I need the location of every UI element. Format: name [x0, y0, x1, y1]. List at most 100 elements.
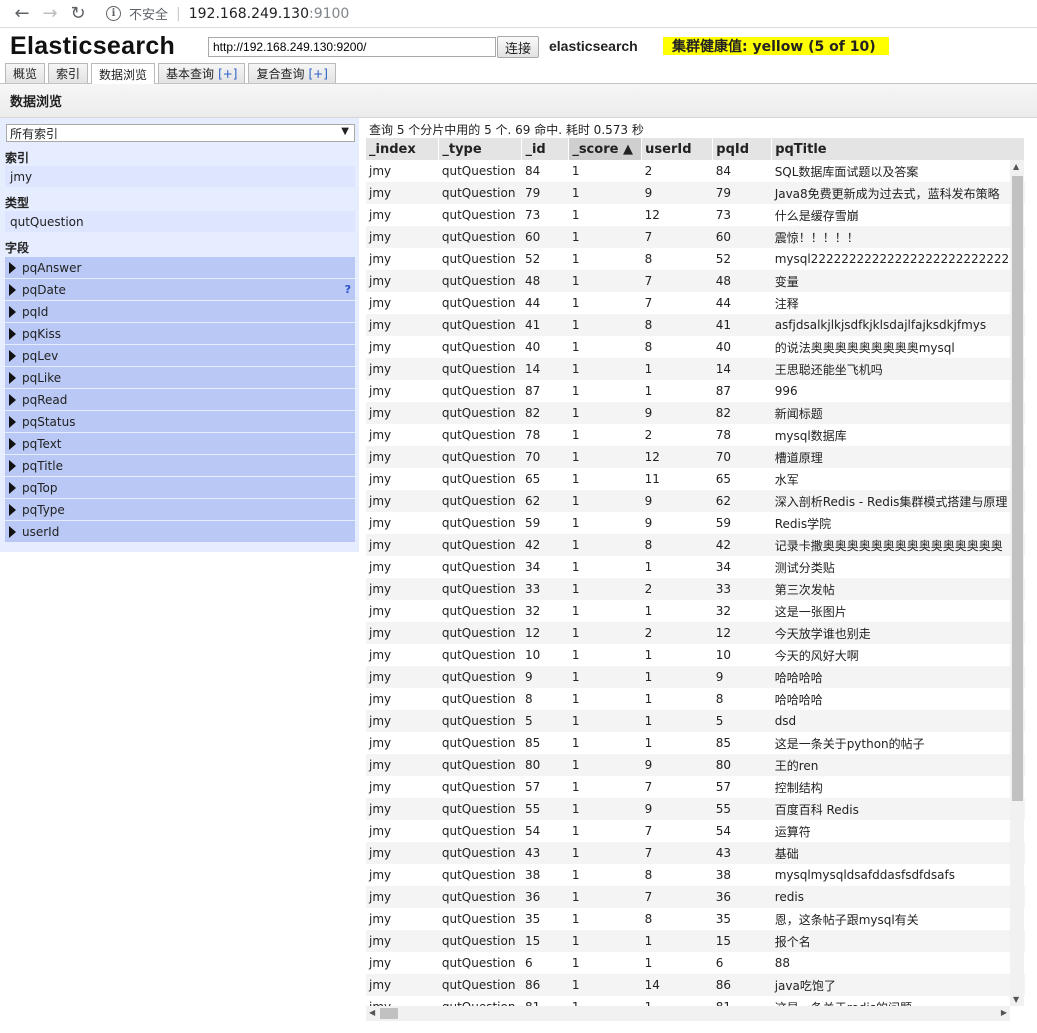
field-item-pqstatus[interactable]: pqStatus: [5, 411, 355, 432]
table-row[interactable]: jmy qutQuestion 10 1 1 10 今天的风好大啊: [366, 644, 1025, 666]
forward-arrow-icon[interactable]: →: [36, 2, 64, 26]
info-icon[interactable]: i: [106, 6, 121, 21]
table-row[interactable]: jmy qutQuestion 65 1 11 65 水军: [366, 468, 1025, 490]
table-row[interactable]: jmy qutQuestion 54 1 7 54 运算符: [366, 820, 1025, 842]
column-header[interactable]: pqId: [712, 138, 773, 160]
field-item-pqlev[interactable]: pqLev: [5, 345, 355, 366]
index-item[interactable]: jmy: [5, 166, 355, 187]
scrollbar-thumb[interactable]: [1012, 176, 1023, 801]
table-row[interactable]: jmy qutQuestion 85 1 1 85 这是一条关于python的帖子: [366, 732, 1025, 754]
vertical-scrollbar[interactable]: ▲ ▼: [1010, 160, 1024, 1006]
table-cell: 7: [641, 820, 713, 842]
table-row[interactable]: jmy qutQuestion 40 1 8 40 的说法奥奥奥奥奥奥奥奥奥mysql: [366, 336, 1025, 358]
table-cell: 1: [641, 732, 713, 754]
connect-url-input[interactable]: [208, 37, 496, 57]
scroll-up-icon[interactable]: ▲: [1013, 162, 1019, 171]
field-item-pqtop[interactable]: pqTop: [5, 477, 355, 498]
table-row[interactable]: jmy qutQuestion 82 1 9 82 新闻标题: [366, 402, 1025, 424]
table-cell: 1: [641, 952, 713, 974]
table-row[interactable]: jmy qutQuestion 79 1 9 79 Java8免费更新成为过去式，蓝科发布策…: [366, 182, 1025, 204]
table-row[interactable]: jmy qutQuestion 6 1 1 6 88: [366, 952, 1025, 974]
table-row[interactable]: jmy qutQuestion 87 1 1 87 996: [366, 380, 1025, 402]
help-icon[interactable]: ?: [345, 283, 351, 296]
table-row[interactable]: jmy qutQuestion 42 1 8 42 记录卡撒奥奥奥奥奥奥奥奥奥奥奥奥奥奥奥: [366, 534, 1025, 556]
table-row[interactable]: jmy qutQuestion 41 1 8 41 asfjdsalkjlkjsdfkjkl…: [366, 314, 1025, 336]
table-cell: 2: [641, 578, 713, 600]
tab-overview[interactable]: 概览: [5, 63, 46, 83]
scroll-down-icon[interactable]: ▼: [1013, 995, 1019, 1004]
add-tab-link[interactable]: [+]: [218, 67, 237, 81]
table-row[interactable]: jmy qutQuestion 60 1 7 60 震惊！！！！！: [366, 226, 1025, 248]
field-item-pqid[interactable]: pqId: [5, 301, 355, 322]
address-bar[interactable]: i 不安全 | 192.168.249.130 :9100: [106, 4, 349, 23]
field-item-pqanswer[interactable]: pqAnswer: [5, 257, 355, 278]
tab-indices[interactable]: 索引: [48, 63, 89, 83]
table-row[interactable]: jmy qutQuestion 33 1 2 33 第三次发帖: [366, 578, 1025, 600]
tab-compound-query[interactable]: 复合查询 [+]: [248, 63, 336, 83]
table-row[interactable]: jmy qutQuestion 57 1 7 57 控制结构: [366, 776, 1025, 798]
field-item-pqkiss[interactable]: pqKiss: [5, 323, 355, 344]
table-row[interactable]: jmy qutQuestion 34 1 1 34 测试分类贴: [366, 556, 1025, 578]
table-row[interactable]: jmy qutQuestion 73 1 12 73 什么是缓存雪崩: [366, 204, 1025, 226]
field-item-pqread[interactable]: pqRead: [5, 389, 355, 410]
field-item-pqdate[interactable]: pqDate?: [5, 279, 355, 300]
table-cell: 86: [521, 974, 569, 996]
connect-button[interactable]: 连接: [497, 36, 539, 58]
add-tab-link[interactable]: [+]: [309, 67, 328, 81]
scroll-left-icon[interactable]: ◀: [369, 1008, 375, 1017]
table-row[interactable]: jmyqutQuestion811181这是一条关于redis的问题: [366, 996, 1025, 1006]
table-row[interactable]: jmy qutQuestion 70 1 12 70 槽道原理: [366, 446, 1025, 468]
table-cell: jmy: [366, 644, 439, 666]
table-cell: qutQuestion: [438, 798, 522, 820]
table-row[interactable]: jmy qutQuestion 36 1 7 36 redis: [366, 886, 1025, 908]
table-row[interactable]: jmy qutQuestion 55 1 9 55 百度百科 Redis: [366, 798, 1025, 820]
table-row[interactable]: jmy qutQuestion 59 1 9 59 Redis学院: [366, 512, 1025, 534]
table-cell: jmy: [366, 512, 439, 534]
table-row[interactable]: jmy qutQuestion 48 1 7 48 变量: [366, 270, 1025, 292]
table-row[interactable]: jmy qutQuestion 12 1 2 12 今天放学谁也别走: [366, 622, 1025, 644]
table-cell: 40: [712, 336, 772, 358]
back-arrow-icon[interactable]: ←: [8, 2, 36, 26]
field-item-pqlike[interactable]: pqLike: [5, 367, 355, 388]
column-header[interactable]: userId: [641, 138, 714, 160]
table-cell: jmy: [366, 578, 439, 600]
index-select[interactable]: 所有索引 ▼: [6, 124, 355, 142]
table-cell: jmy: [366, 864, 439, 886]
table-row[interactable]: jmy qutQuestion 44 1 7 44 注释: [366, 292, 1025, 314]
table-row[interactable]: jmy qutQuestion 8 1 1 8 哈哈哈哈: [366, 688, 1025, 710]
table-cell: 1: [568, 160, 642, 182]
table-row[interactable]: jmy qutQuestion 62 1 9 62 深入剖析Redis - Redis集群模…: [366, 490, 1025, 512]
type-item[interactable]: qutQuestion: [5, 211, 355, 232]
column-header[interactable]: _score ▲: [568, 138, 643, 160]
table-row[interactable]: jmy qutQuestion 35 1 8 35 恩，这条帖子跟mysql有关: [366, 908, 1025, 930]
table-row[interactable]: jmy qutQuestion 84 1 2 84 SQL数据库面试题以及答案: [366, 160, 1025, 182]
scroll-right-icon[interactable]: ▶: [1001, 1008, 1007, 1017]
table-row[interactable]: jmy qutQuestion 86 1 14 86 java吃饱了: [366, 974, 1025, 996]
table-row[interactable]: jmy qutQuestion 32 1 1 32 这是一张图片: [366, 600, 1025, 622]
scrollbar-thumb[interactable]: [380, 1008, 398, 1019]
table-cell: 33: [712, 578, 772, 600]
table-row[interactable]: jmy qutQuestion 9 1 1 9 哈哈哈哈: [366, 666, 1025, 688]
table-row[interactable]: jmy qutQuestion 52 1 8 52 mysql222222222222222…: [366, 248, 1025, 270]
column-header[interactable]: pqTitle: [771, 138, 1025, 160]
tab-basic-query[interactable]: 基本查询 [+]: [158, 63, 246, 83]
table-row[interactable]: jmy qutQuestion 15 1 1 15 报个名: [366, 930, 1025, 952]
table-row[interactable]: jmy qutQuestion 80 1 9 80 王的ren: [366, 754, 1025, 776]
column-header[interactable]: _id: [521, 138, 570, 160]
horizontal-scrollbar[interactable]: ◀ ▶: [366, 1006, 1010, 1021]
table-row[interactable]: jmy qutQuestion 78 1 2 78 mysql数据库: [366, 424, 1025, 446]
table-row[interactable]: jmy qutQuestion 43 1 7 43 基础: [366, 842, 1025, 864]
field-item-pqtitle[interactable]: pqTitle: [5, 455, 355, 476]
table-row[interactable]: jmy qutQuestion 38 1 8 38 mysqlmysqldsafddasfs…: [366, 864, 1025, 886]
table-row[interactable]: jmy qutQuestion 14 1 1 14 王思聪还能坐飞机吗: [366, 358, 1025, 380]
field-item-pqtype[interactable]: pqType: [5, 499, 355, 520]
tab-data-browse[interactable]: 数据浏览: [91, 63, 156, 84]
table-cell: 1: [568, 226, 642, 248]
field-item-pqtext[interactable]: pqText: [5, 433, 355, 454]
field-item-userid[interactable]: userId: [5, 521, 355, 542]
table-row[interactable]: jmy qutQuestion 5 1 1 5 dsd: [366, 710, 1025, 732]
table-cell: 52: [521, 248, 569, 270]
column-header[interactable]: _type: [438, 138, 523, 160]
column-header[interactable]: _index: [366, 138, 440, 160]
reload-icon[interactable]: ↻: [64, 2, 92, 26]
